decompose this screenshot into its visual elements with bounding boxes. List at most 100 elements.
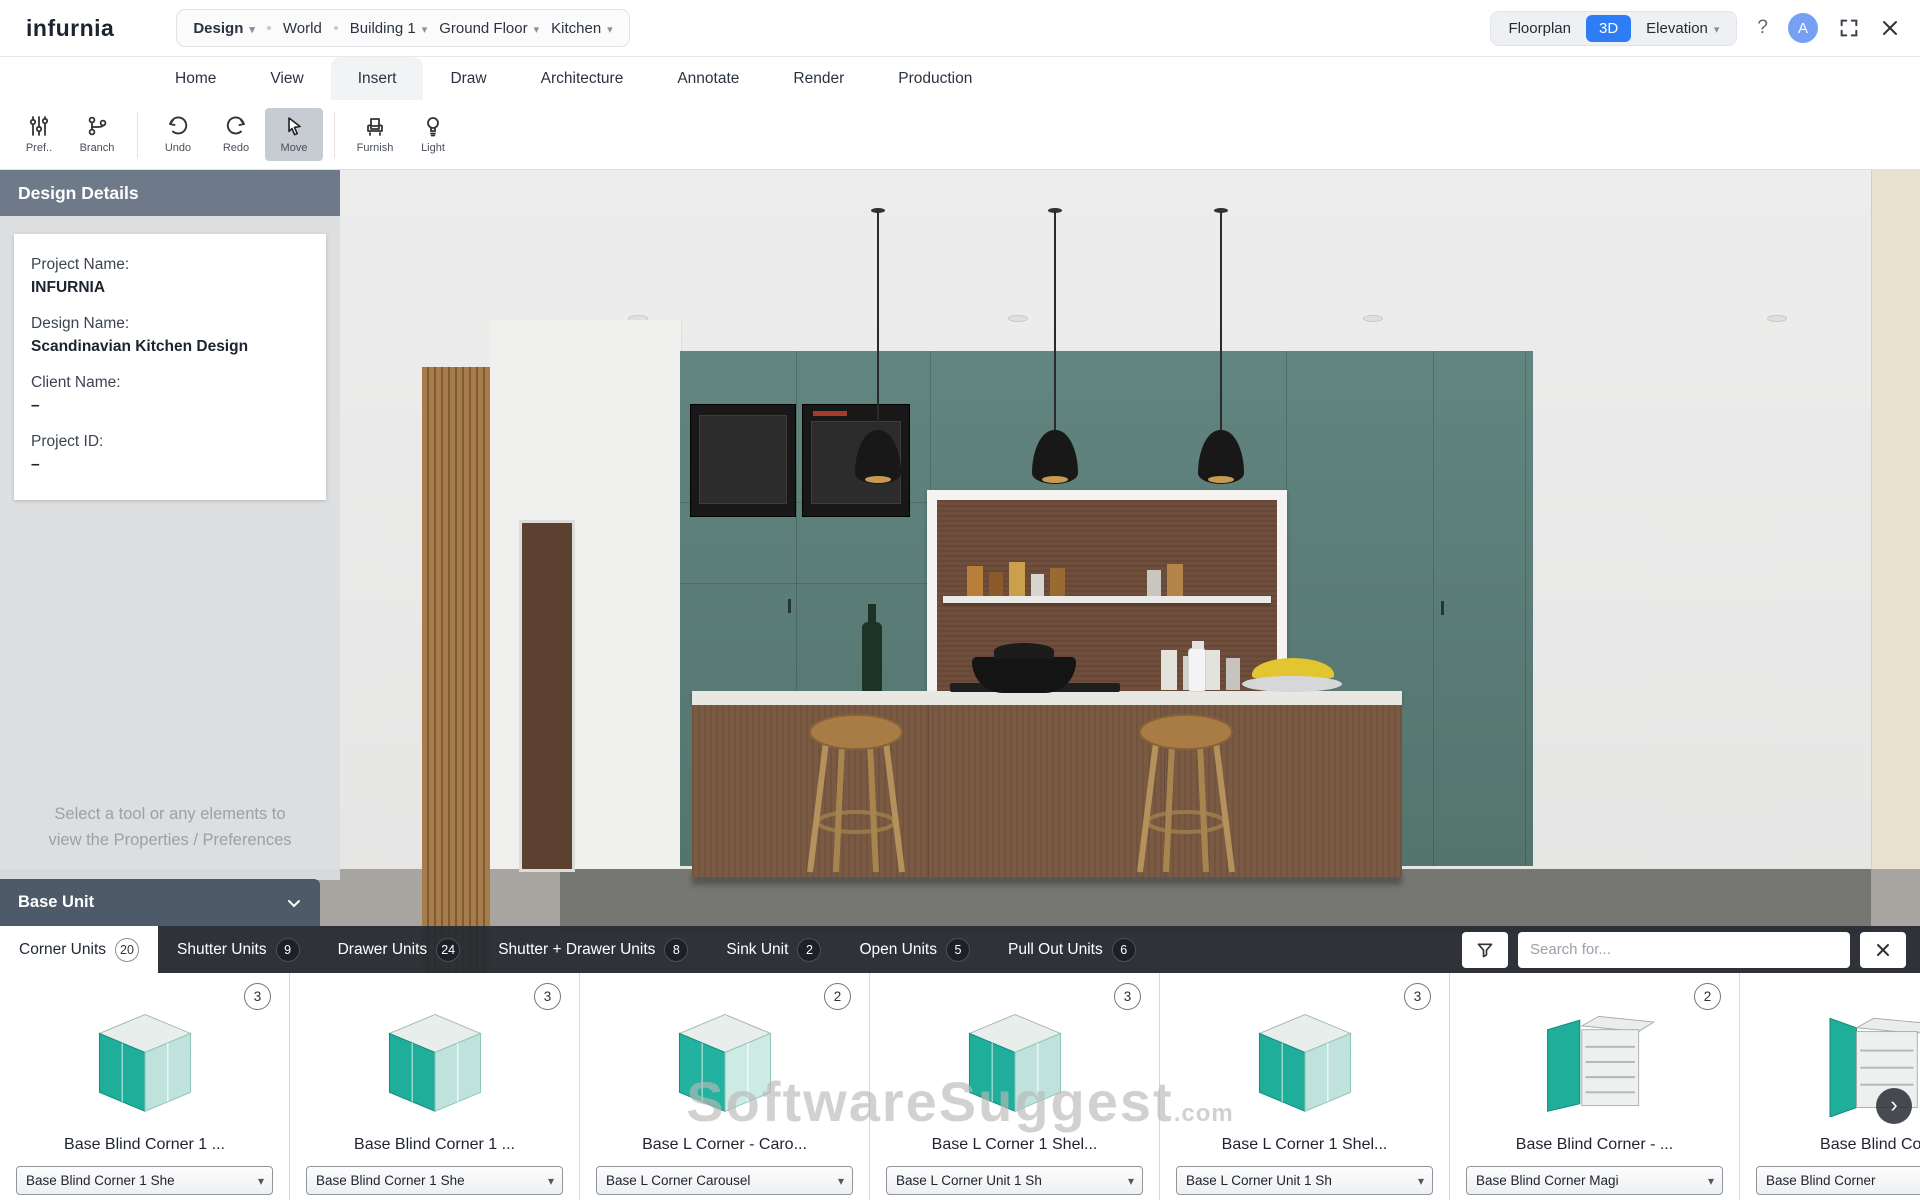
next-arrow-button[interactable]: › (1876, 1088, 1912, 1124)
catalog-card[interactable]: 2 Base Blind Corner - ... Base Blind Cor… (1450, 973, 1740, 1200)
move-button[interactable]: Move (265, 108, 323, 161)
branch-button[interactable]: Branch (68, 108, 126, 161)
help-icon[interactable]: ? (1757, 17, 1768, 39)
card-title: Base Blind Corner 1 ... (300, 1136, 569, 1154)
breadcrumb-floor[interactable]: Ground Floor (439, 20, 539, 37)
project-name-value: INFURNIA (31, 279, 309, 297)
selected-variant: Base L Corner Carousel (606, 1173, 750, 1188)
card-variant-dropdown[interactable]: Base Blind Corner (1756, 1166, 1920, 1195)
app-logo: infurnia (26, 15, 114, 42)
tab-render[interactable]: Render (766, 57, 871, 100)
corner-cabinet-icon (0, 1005, 289, 1117)
base-unit-group-header[interactable]: Base Unit (0, 879, 320, 926)
render-wok (972, 657, 1076, 693)
fullscreen-icon[interactable] (1838, 17, 1860, 39)
category-shutter-units[interactable]: Shutter Units 9 (158, 926, 319, 973)
avatar[interactable]: A (1788, 13, 1818, 43)
tab-draw[interactable]: Draw (423, 57, 513, 100)
tab-insert[interactable]: Insert (331, 57, 424, 100)
card-variant-dropdown[interactable]: Base Blind Corner 1 She (16, 1166, 273, 1195)
catalog-category-bar: Corner Units 20 Shutter Units 9 Drawer U… (0, 926, 1920, 973)
filter-button[interactable] (1462, 932, 1508, 968)
light-button[interactable]: Light (404, 108, 462, 161)
render-ceiling-light (1008, 315, 1028, 322)
clear-search-button[interactable] (1860, 932, 1906, 968)
tab-home[interactable]: Home (148, 57, 243, 100)
design-name-label: Design Name: (31, 315, 309, 333)
corner-cabinet-icon (1160, 1005, 1449, 1117)
render-oven (690, 404, 796, 517)
design-details-card: Project Name: INFURNIA Design Name: Scan… (14, 234, 326, 500)
breadcrumb-dot-icon (267, 26, 271, 30)
selected-variant: Base Blind Corner (1766, 1173, 1876, 1188)
view-3d-button[interactable]: 3D (1586, 15, 1631, 42)
preferences-button[interactable]: Pref.. (10, 108, 68, 161)
card-variant-dropdown[interactable]: Base Blind Corner Magi (1466, 1166, 1723, 1195)
view-floorplan-button[interactable]: Floorplan (1495, 15, 1584, 42)
tab-view[interactable]: View (243, 57, 330, 100)
category-open-units[interactable]: Open Units 5 (840, 926, 989, 973)
undo-icon (167, 115, 189, 137)
redo-button[interactable]: Redo (207, 108, 265, 161)
card-variant-dropdown[interactable]: Base L Corner Unit 1 Sh (886, 1166, 1143, 1195)
card-variant-dropdown[interactable]: Base L Corner Unit 1 Sh (1176, 1166, 1433, 1195)
tab-annotate[interactable]: Annotate (650, 57, 766, 100)
furnish-button[interactable]: Furnish (346, 108, 404, 161)
breadcrumb-world[interactable]: World (283, 20, 322, 37)
render-bar-stool (1130, 710, 1242, 880)
tab-architecture[interactable]: Architecture (514, 57, 651, 100)
render-wine-bottle (862, 622, 882, 698)
sliders-icon (28, 115, 50, 137)
selected-variant: Base L Corner Unit 1 Sh (1186, 1173, 1332, 1188)
render-fruit-bowl (1242, 676, 1342, 692)
close-icon[interactable] (1880, 18, 1900, 38)
chevron-down-icon (286, 895, 302, 911)
selected-variant: Base Blind Corner 1 She (26, 1173, 175, 1188)
catalog-card[interactable]: 3 Base Blind Corner 1 ... Base Blind Cor… (0, 973, 290, 1200)
category-corner-units[interactable]: Corner Units 20 (0, 926, 158, 973)
card-title: Base Blind Corner 1 ... (10, 1136, 279, 1154)
card-title: Base L Corner 1 Shel... (880, 1136, 1149, 1154)
breadcrumb-building[interactable]: Building 1 (350, 20, 427, 37)
count-badge: 5 (946, 938, 970, 962)
search-input[interactable] (1518, 932, 1850, 968)
client-name-value: – (31, 397, 309, 415)
category-drawer-units[interactable]: Drawer Units 24 (319, 926, 480, 973)
app-root: infurnia Design World Building 1 Ground … (0, 0, 1920, 1200)
breadcrumb-design[interactable]: Design (193, 20, 255, 37)
card-variant-dropdown[interactable]: Base Blind Corner 1 She (306, 1166, 563, 1195)
topbar: infurnia Design World Building 1 Ground … (0, 0, 1920, 57)
view-elevation-button[interactable]: Elevation (1633, 15, 1732, 42)
count-badge: 2 (797, 938, 821, 962)
category-sink-unit[interactable]: Sink Unit 2 (707, 926, 840, 973)
tool-ribbon: Pref.. Branch Undo Redo Move (0, 100, 1920, 170)
view-mode-toggle: Floorplan 3D Elevation (1490, 11, 1737, 46)
render-island-countertop (692, 691, 1402, 705)
design-details-panel: Design Details Project Name: INFURNIA De… (0, 170, 340, 880)
selected-variant: Base Blind Corner 1 She (316, 1173, 465, 1188)
render-island-front (692, 705, 1402, 877)
category-pull-out-units[interactable]: Pull Out Units 6 (989, 926, 1155, 973)
corner-cabinet-icon (580, 1005, 869, 1117)
client-name-label: Client Name: (31, 374, 309, 392)
catalog-card[interactable]: 3 Base L Corner 1 Shel... Base L Corner … (1160, 973, 1450, 1200)
catalog-card[interactable]: Base Blind Corn... Base Blind Corner (1740, 973, 1920, 1200)
undo-button[interactable]: Undo (149, 108, 207, 161)
catalog-card[interactable]: 2 Base L Corner - Caro... Base L Corner … (580, 973, 870, 1200)
tab-production[interactable]: Production (871, 57, 999, 100)
breadcrumb-room[interactable]: Kitchen (551, 20, 613, 37)
category-shutter-drawer-units[interactable]: Shutter + Drawer Units 8 (479, 926, 707, 973)
project-name-label: Project Name: (31, 256, 309, 274)
light-icon (422, 115, 444, 137)
count-badge: 6 (1112, 938, 1136, 962)
toolbar-divider (334, 112, 335, 158)
card-variant-dropdown[interactable]: Base L Corner Carousel (596, 1166, 853, 1195)
breadcrumb: Design World Building 1 Ground Floor Kit… (176, 9, 629, 47)
filter-icon (1476, 941, 1494, 959)
catalog-card[interactable]: 3 Base Blind Corner 1 ... Base Blind Cor… (290, 973, 580, 1200)
selected-variant: Base L Corner Unit 1 Sh (896, 1173, 1042, 1188)
branch-icon (86, 115, 108, 137)
catalog-card[interactable]: 3 Base L Corner 1 Shel... Base L Corner … (870, 973, 1160, 1200)
count-badge: 20 (115, 938, 139, 962)
card-title: Base Blind Corner - ... (1460, 1136, 1729, 1154)
